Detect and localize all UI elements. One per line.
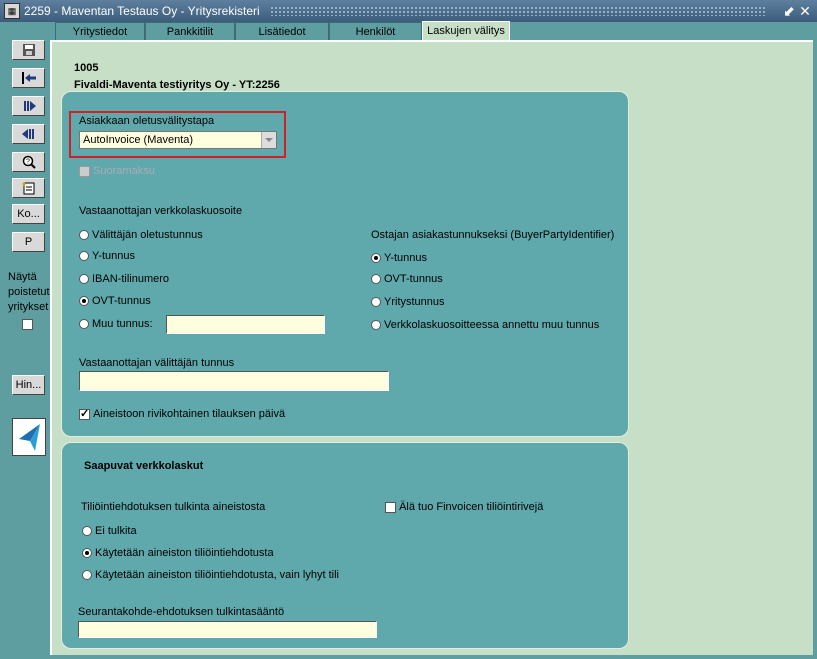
receiver-option-y-tunnus[interactable]: Y-tunnus — [79, 250, 135, 262]
buyer-option-yritystunnus[interactable]: Yritystunnus — [371, 296, 445, 308]
company-name: Fivaldi-Maventa testiyritys Oy - YT:2256 — [74, 79, 280, 91]
radio-label: Y-tunnus — [92, 250, 136, 263]
maventa-logo-icon — [19, 424, 40, 451]
maventa-logo — [12, 418, 46, 456]
show-deleted-label-2: poistetut — [8, 286, 50, 298]
svg-text:?: ? — [26, 159, 30, 166]
other-id-input[interactable] — [166, 315, 325, 334]
new-document-icon — [21, 182, 34, 195]
radio-operator-default[interactable] — [79, 230, 89, 241]
row-order-date-checkbox[interactable] — [79, 407, 90, 420]
direct-payment-label: Suoramaksu — [93, 165, 155, 178]
tab-lisatiedot[interactable]: Lisätiedot — [235, 22, 329, 41]
radio-y-tunnus[interactable] — [79, 251, 89, 262]
direct-payment-checkbox[interactable] — [79, 165, 90, 177]
row-order-date-label: Aineistoon rivikohtainen tilauksen päivä — [93, 408, 286, 421]
buyer-option-ovt[interactable]: OVT-tunnus — [371, 273, 443, 285]
interpretation-label: Tiliöintiehdotuksen tulkinta aineistosta — [81, 501, 266, 513]
receiver-option-ovt[interactable]: OVT-tunnus — [79, 295, 151, 307]
tracking-rule-input[interactable] — [78, 621, 377, 638]
incoming-invoices-title: Saapuvat verkkolaskut — [84, 460, 204, 472]
radio-buyer-yritystunnus[interactable] — [371, 297, 381, 308]
radio-label: Yritystunnus — [384, 296, 445, 309]
receiver-address-label: Vastaanottajan verkkolaskuosoite — [79, 205, 243, 217]
operator-id-input[interactable] — [79, 371, 389, 391]
radio-buyer-ovt[interactable] — [371, 274, 381, 285]
calculator-icon: ▦ — [4, 3, 20, 19]
tab-henkilot[interactable]: Henkilöt — [329, 22, 422, 41]
radio-buyer-other[interactable] — [371, 320, 381, 331]
tracking-rule-label: Seurantakohde-ehdotuksen tulkintasääntö — [78, 606, 285, 618]
titlebar-pattern — [270, 6, 767, 16]
radio-label: Verkkolaskuosoitteessa annettu muu tunnu… — [384, 319, 600, 332]
radio-label: Välittäjän oletustunnus — [92, 229, 203, 242]
no-finvoice-label: Älä tuo Finvoicen tiliöintirivejä — [399, 501, 544, 514]
default-method-label: Asiakkaan oletusvälitystapa — [79, 115, 215, 127]
toolbar-sidebar — [0, 22, 50, 659]
buyer-option-y-tunnus[interactable]: Y-tunnus — [371, 252, 427, 264]
magnifier-icon: ? — [22, 155, 36, 169]
window-titlebar: ▦ 2259 - Maventan Testaus Oy - Yritysrek… — [0, 0, 817, 22]
radio-label: Ei tulkita — [95, 525, 137, 538]
operator-id-label: Vastaanottajan välittäjän tunnus — [79, 357, 235, 369]
window-title: 2259 - Maventan Testaus Oy - Yritysrekis… — [24, 4, 260, 18]
radio-other[interactable] — [79, 319, 89, 330]
radio-label: OVT-tunnus — [92, 295, 151, 308]
radio-use-suggestion-short[interactable] — [82, 570, 92, 581]
no-finvoice-checkbox[interactable] — [385, 501, 396, 513]
radio-no-interpretation[interactable] — [82, 526, 92, 537]
minimize-icon[interactable]: ⬋ — [782, 3, 796, 19]
next-record-icon — [23, 101, 36, 111]
radio-label: Muu tunnus: — [92, 318, 153, 331]
save-button[interactable] — [12, 40, 45, 60]
radio-ovt[interactable] — [79, 296, 89, 307]
receiver-option-iban[interactable]: IBAN-tilinumero — [79, 273, 169, 285]
next-record-button[interactable] — [12, 96, 45, 116]
company-number: 1005 — [74, 62, 99, 74]
hin-button[interactable]: Hin... — [12, 375, 45, 395]
default-method-select[interactable]: AutoInvoice (Maventa) — [79, 131, 277, 149]
interpretation-option-none[interactable]: Ei tulkita — [82, 525, 137, 537]
p-button[interactable]: P — [12, 232, 45, 252]
ko-button[interactable]: Ko... — [12, 204, 45, 224]
buyer-id-label: Ostajan asiakastunnukseksi (BuyerPartyId… — [371, 229, 615, 241]
tab-pankkitilit[interactable]: Pankkitilit — [145, 22, 235, 41]
interpretation-option-use[interactable]: Käytetään aineiston tiliöintiehdotusta — [82, 547, 274, 559]
no-finvoice-option[interactable]: Älä tuo Finvoicen tiliöintirivejä — [385, 501, 543, 513]
radio-buyer-y-tunnus[interactable] — [371, 253, 381, 264]
floppy-disk-icon — [22, 44, 35, 56]
show-deleted-group: Näytä poistetut yritykset — [8, 270, 50, 332]
tab-laskujen-valitys[interactable]: Laskujen välitys — [422, 21, 510, 42]
radio-label: OVT-tunnus — [384, 273, 443, 286]
radio-label: IBAN-tilinumero — [92, 273, 170, 286]
exit-arrow-icon — [21, 72, 36, 84]
receiver-option-other[interactable]: Muu tunnus: — [79, 318, 153, 330]
radio-label: Käytetään aineiston tiliöintiehdotusta, … — [95, 569, 339, 582]
show-deleted-label-3: yritykset — [8, 301, 49, 313]
interpretation-option-short[interactable]: Käytetään aineiston tiliöintiehdotusta, … — [82, 569, 339, 581]
receiver-option-operator-default[interactable]: Välittäjän oletustunnus — [79, 229, 203, 241]
show-deleted-label-1: Näytä — [8, 271, 37, 283]
radio-use-suggestion[interactable] — [82, 548, 92, 559]
radio-iban[interactable] — [79, 274, 89, 285]
tab-yritystiedot[interactable]: Yritystiedot — [55, 22, 145, 41]
close-icon[interactable]: ✕ — [798, 3, 812, 19]
previous-record-icon — [21, 129, 34, 139]
previous-record-button[interactable] — [12, 124, 45, 144]
show-deleted-checkbox[interactable] — [22, 318, 33, 330]
radio-label: Käytetään aineiston tiliöintiehdotusta — [95, 547, 274, 560]
row-order-date-option[interactable]: Aineistoon rivikohtainen tilauksen päivä — [79, 407, 286, 421]
radio-label: Y-tunnus — [384, 252, 428, 265]
exit-button[interactable] — [12, 68, 45, 88]
search-button[interactable]: ? — [12, 152, 45, 172]
default-method-value: AutoInvoice (Maventa) — [83, 134, 194, 146]
buyer-option-other[interactable]: Verkkolaskuosoitteessa annettu muu tunnu… — [371, 319, 599, 331]
chevron-down-icon[interactable] — [261, 132, 276, 148]
new-document-button[interactable] — [12, 178, 45, 198]
direct-payment-option[interactable]: Suoramaksu — [79, 165, 155, 177]
